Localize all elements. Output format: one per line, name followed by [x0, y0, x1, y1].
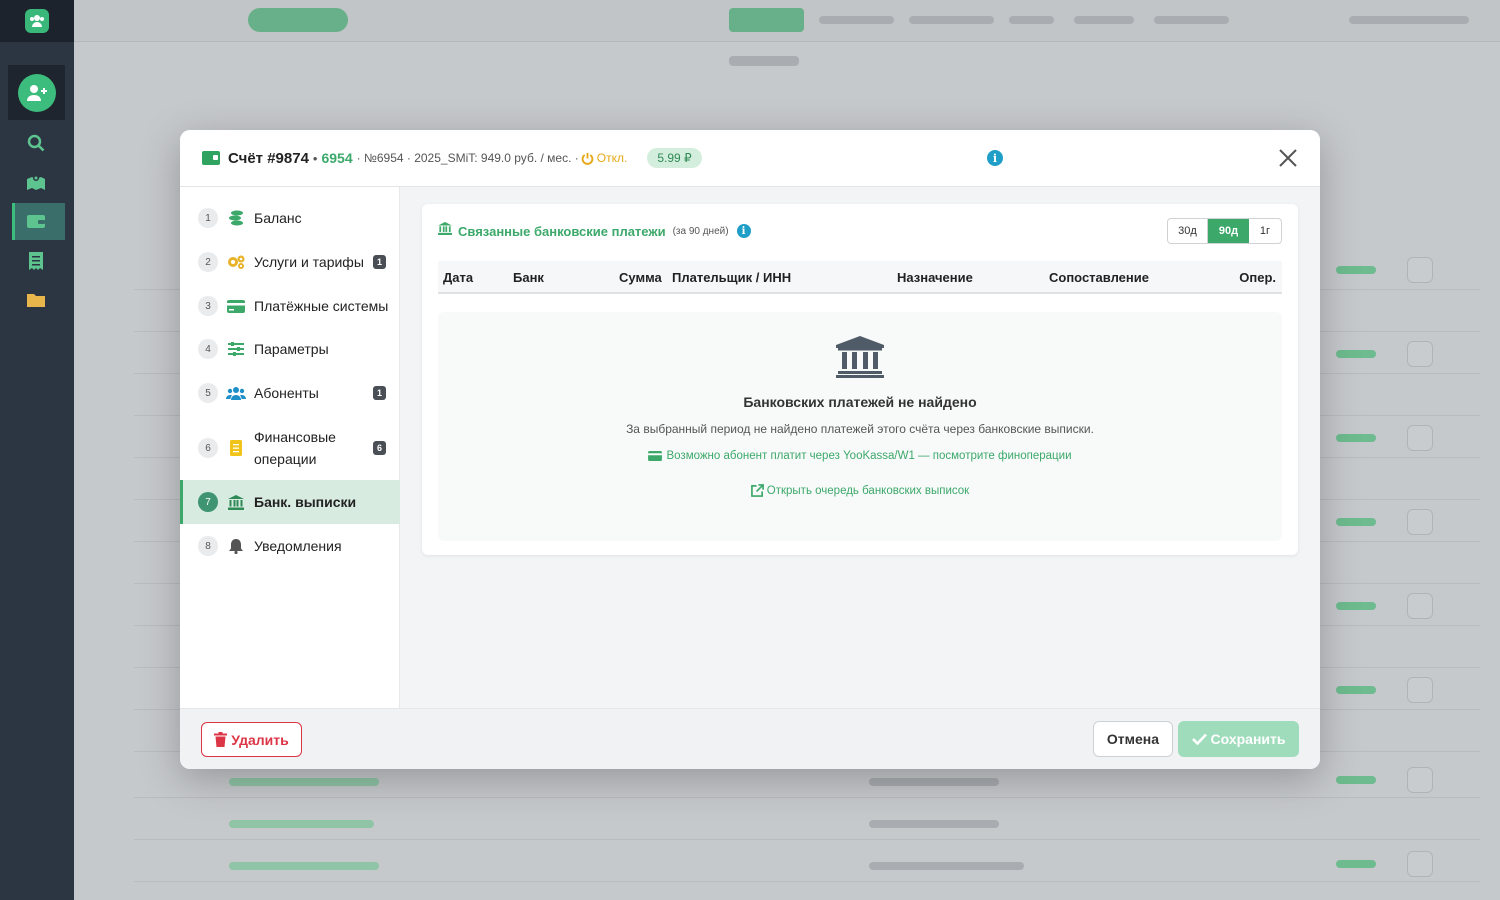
modal-footer: Удалить Отмена Сохранить	[180, 708, 1320, 769]
column-operations[interactable]: Опер.	[1239, 270, 1276, 285]
step-number: 5	[198, 383, 218, 403]
open-bank-queue-link[interactable]: Открыть очередь банковских выписок	[438, 484, 1282, 497]
empty-title: Банковских платежей не найдено	[743, 394, 977, 410]
sidebar-item-label: Платёжные системы	[254, 298, 389, 314]
credit-card-icon	[226, 297, 246, 315]
delete-button-label: Удалить	[231, 731, 289, 748]
bank-icon	[836, 336, 884, 378]
trash-icon	[214, 732, 228, 747]
account-modal: Счёт #9874 • 6954 · №6954 · 2025_SMiT: 9…	[180, 130, 1320, 769]
step-number: 6	[198, 438, 218, 458]
card-subtitle: (за 90 дней)	[672, 225, 729, 237]
bank-payments-card: Связанные банковские платежи (за 90 дней…	[422, 204, 1298, 555]
close-icon[interactable]	[1276, 146, 1300, 170]
column-amount[interactable]: Сумма	[619, 270, 662, 285]
column-purpose[interactable]: Назначение	[897, 270, 973, 285]
app-logo-icon[interactable]	[25, 9, 49, 33]
column-matching[interactable]: Сопоставление	[1049, 270, 1149, 285]
user-plus-icon	[17, 73, 56, 112]
period-1y-button[interactable]: 1г	[1249, 219, 1281, 243]
account-id-link[interactable]: 6954	[321, 150, 352, 166]
coins-icon	[226, 209, 246, 227]
sidebar-item-label: Финансовые операции	[254, 429, 336, 467]
add-user-button[interactable]	[8, 65, 65, 120]
modal-header: Счёт #9874 • 6954 · №6954 · 2025_SMiT: 9…	[180, 130, 1320, 187]
save-button[interactable]: Сохранить	[1178, 721, 1299, 757]
credit-card-icon	[648, 451, 663, 461]
column-bank[interactable]: Банк	[513, 270, 544, 285]
step-number: 2	[198, 252, 218, 272]
delete-button[interactable]: Удалить	[201, 722, 302, 757]
sidebar-item-label: Уведомления	[254, 538, 342, 554]
folder-icon[interactable]	[24, 287, 48, 311]
empty-description: За выбранный период не найдено платежей …	[626, 422, 1094, 436]
sidebar-item-notifications[interactable]: 8 Уведомления	[180, 534, 400, 558]
receipt-icon	[226, 439, 246, 457]
external-link-icon	[750, 484, 764, 497]
sliders-icon	[226, 340, 246, 358]
financial-operations-link[interactable]: Возможно абонент платит через YooKassa/W…	[438, 450, 1282, 462]
receipt-icon[interactable]	[24, 249, 48, 273]
sidebar-item-services[interactable]: 2 Услуги и тарифы 1	[180, 250, 400, 274]
step-number: 3	[198, 296, 218, 316]
sidebar-item-payment-systems[interactable]: 3 Платёжные системы	[180, 294, 400, 318]
sidebar-item-bank-statements[interactable]: 7 Банк. выписки	[180, 480, 400, 524]
column-date[interactable]: Дата	[443, 270, 473, 285]
sidebar-item-label: Параметры	[254, 341, 329, 357]
account-description: · №6954 · 2025_SMiT: 949.0 руб. / мес. ·	[356, 151, 579, 165]
users-icon	[226, 384, 246, 402]
count-badge: 6	[373, 441, 386, 455]
wallet-icon[interactable]	[24, 209, 48, 233]
info-icon[interactable]: i	[736, 224, 751, 238]
title-separator: •	[312, 150, 318, 166]
sidebar-item-label: Абоненты	[254, 385, 319, 401]
financial-operations-link-label: Возможно абонент платит через YooKassa/W…	[666, 450, 1072, 462]
empty-state: Банковских платежей не найдено За выбран…	[438, 312, 1282, 541]
cogs-icon	[226, 253, 246, 271]
sidebar-item-label: Банк. выписки	[254, 494, 357, 510]
step-number: 1	[198, 208, 218, 228]
step-number: 8	[198, 536, 218, 556]
table-header: Дата Банк Сумма Плательщик / ИНН Назначе…	[438, 261, 1282, 294]
info-icon[interactable]: i	[987, 150, 1003, 166]
bank-icon	[438, 222, 452, 240]
card-title: Связанные банковские платежи	[458, 223, 666, 239]
sidebar-item-subscribers[interactable]: 5 Абоненты 1	[180, 381, 400, 405]
save-button-label: Сохранить	[1210, 731, 1286, 747]
modal-title: Счёт #9874	[228, 149, 309, 167]
rail-header	[0, 0, 74, 42]
modal-sidebar: 1 Баланс 2 Услуги и тарифы 1 3 Платёжные…	[180, 187, 400, 708]
step-number: 7	[198, 492, 218, 512]
sidebar-item-label: Услуги и тарифы	[254, 254, 364, 270]
card-header: Связанные банковские платежи (за 90 дней…	[438, 222, 751, 240]
search-icon[interactable]	[24, 131, 48, 155]
check-icon	[1191, 733, 1207, 745]
bell-icon	[226, 537, 246, 555]
price-badge: 5.99 ₽	[647, 148, 702, 168]
power-icon	[581, 152, 594, 165]
column-payer[interactable]: Плательщик / ИНН	[672, 270, 791, 285]
sidebar-item-balance[interactable]: 1 Баланс	[180, 206, 400, 230]
app-rail	[0, 0, 74, 900]
open-bank-queue-link-label: Открыть очередь банковских выписок	[766, 484, 970, 497]
step-number: 4	[198, 339, 218, 359]
bank-icon	[226, 493, 246, 511]
sidebar-item-label: Баланс	[254, 210, 302, 226]
count-badge: 1	[373, 386, 386, 400]
period-30d-button[interactable]: 30д	[1168, 219, 1208, 243]
wallet-icon	[202, 151, 220, 165]
sidebar-item-financial-operations[interactable]: 6 Финансовые операции 6	[180, 425, 400, 471]
status-off[interactable]: Откл.	[581, 151, 628, 165]
period-selector: 30д 90д 1г	[1167, 218, 1282, 244]
status-off-label: Откл.	[596, 151, 628, 165]
background-topbar	[74, 0, 1500, 42]
sidebar-item-parameters[interactable]: 4 Параметры	[180, 337, 400, 361]
period-90d-button[interactable]: 90д	[1208, 219, 1249, 243]
count-badge: 1	[373, 255, 386, 269]
cancel-button[interactable]: Отмена	[1093, 721, 1173, 757]
map-icon[interactable]	[24, 170, 48, 194]
